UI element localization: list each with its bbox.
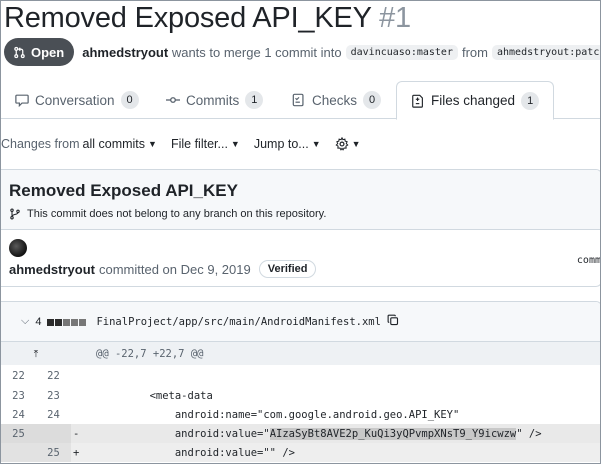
table-row-deletion: 25 - android:value="AIzaSyBt8AVE2p_KuQi3…	[1, 424, 600, 443]
copy-icon[interactable]	[387, 314, 399, 329]
code-pre: android:value="	[99, 427, 270, 440]
code-line: android:value="AIzaSyBt8AVE2p_KuQi3yQPvm…	[99, 424, 600, 443]
table-row: 22 22	[1, 365, 600, 386]
commit-sha-truncated: comm	[576, 255, 601, 266]
diff-sign: +	[71, 443, 99, 462]
git-pull-request-icon	[14, 46, 25, 58]
pr-state-row: Open ahmedstryout wants to merge 1 commi…	[4, 38, 600, 66]
diff-sign	[71, 365, 99, 386]
old-line-number[interactable]: 25	[1, 424, 36, 443]
table-row-addition: 25 + android:value="" />	[1, 443, 600, 462]
new-line-number[interactable]: 24	[36, 405, 71, 424]
head-branch[interactable]: ahmedstryout:patch-1	[491, 44, 600, 60]
old-line-number[interactable]: 22	[1, 365, 36, 386]
commit-note-text: This commit does not belong to any branc…	[27, 208, 327, 220]
commit-meta: ahmedstryout committed on Dec 9, 2019 Ve…	[9, 260, 317, 278]
highlighted-api-key: AIzaSyBt8AVE2p_KuQi3yQPvmpXNsT9_Y9icwzw	[269, 427, 517, 440]
jump-to-dropdown[interactable]: Jump to... ▼	[254, 137, 321, 151]
checklist-icon	[292, 93, 304, 107]
diff-sign	[71, 386, 99, 405]
new-line-number[interactable]: 23	[36, 386, 71, 405]
commit-date: committed on Dec 9, 2019	[98, 261, 251, 277]
caret-down-icon: ▼	[311, 139, 321, 149]
chevron-down-icon[interactable]: ⌵	[21, 315, 29, 328]
file-diff-icon	[412, 94, 423, 108]
commit-header: Removed Exposed API_KEY This commit does…	[1, 170, 600, 230]
file-filter-label: File filter...	[170, 137, 228, 151]
file-filter-dropdown[interactable]: File filter... ▼	[171, 137, 240, 151]
code-line	[99, 365, 600, 386]
hunk-header: @@ -22,7 +22,7 @@	[71, 342, 600, 365]
tab-files-changed[interactable]: Files changed 1	[396, 81, 555, 120]
status-badge-label: Open	[31, 44, 65, 60]
caret-down-icon: ▼	[230, 139, 240, 149]
tab-checks[interactable]: Checks 0	[292, 81, 382, 119]
commit-author-link[interactable]: ahmedstryout	[9, 262, 95, 277]
diff-changes-count: 4	[35, 315, 42, 328]
pr-title-text: Removed Exposed API_KEY	[4, 2, 372, 34]
tab-checks-count: 0	[363, 91, 382, 109]
code-line: android:name="com.google.android.geo.API…	[99, 408, 460, 421]
commit-box: Removed Exposed API_KEY This commit does…	[1, 169, 601, 287]
status-badge: Open	[4, 38, 75, 66]
diff-sign: -	[71, 424, 99, 443]
jump-to-label: Jump to...	[253, 137, 309, 151]
code-post: " />	[516, 427, 542, 440]
code-line: android:value="" />	[99, 443, 600, 462]
comment-icon	[15, 94, 29, 107]
base-branch[interactable]: davincuaso:master	[345, 44, 458, 60]
all-commits-label: all commits	[82, 137, 146, 151]
code-line: <meta-data	[99, 389, 213, 402]
file-path[interactable]: FinalProject/app/src/main/AndroidManifes…	[96, 316, 380, 328]
avatar[interactable]	[9, 239, 27, 257]
commit-branch-note: This commit does not belong to any branc…	[9, 208, 593, 220]
tab-files-changed-label: Files changed	[431, 93, 516, 108]
tab-conversation-count: 0	[120, 91, 139, 109]
file-header: ⌵ 4 FinalProject/app/src/main/AndroidMan…	[1, 302, 600, 342]
tab-commits-label: Commits	[186, 92, 240, 108]
diff-toolbar: Changes from all commits ▼ File filter..…	[1, 134, 375, 154]
tab-commits-count: 1	[245, 91, 264, 109]
verified-badge[interactable]: Verified	[258, 260, 317, 278]
changes-from-dropdown[interactable]: Changes from all commits ▼	[1, 137, 157, 151]
new-line-number[interactable]: 25	[36, 443, 71, 462]
new-line-number[interactable]	[36, 424, 71, 443]
page-title: Removed Exposed API_KEY #1	[4, 1, 411, 35]
old-line-number[interactable]	[1, 443, 36, 462]
old-line-number[interactable]: 24	[1, 405, 36, 424]
pr-from-text: from	[461, 44, 488, 60]
pr-meta: ahmedstryout wants to merge 1 commit int…	[82, 45, 341, 60]
diff-file: ⌵ 4 FinalProject/app/src/main/AndroidMan…	[1, 301, 600, 463]
settings-dropdown[interactable]: ▼	[335, 137, 361, 151]
pr-merge-text: wants to merge 1 commit into	[171, 44, 342, 60]
diffstat-bar	[47, 315, 87, 329]
caret-down-icon: ▼	[148, 139, 157, 149]
caret-down-icon: ▼	[351, 139, 361, 149]
hunk-header-row: ⤒ @@ -22,7 +22,7 @@	[1, 342, 600, 365]
tab-checks-label: Checks	[312, 92, 358, 108]
table-row: 24 24 android:name="com.google.android.g…	[1, 405, 600, 424]
tab-files-changed-count: 1	[521, 91, 540, 110]
git-commit-icon	[166, 97, 180, 103]
gear-icon	[335, 137, 349, 151]
table-row: 23 23 <meta-data	[1, 386, 600, 405]
changes-from-label: Changes from	[1, 137, 80, 151]
tab-commits[interactable]: Commits 1	[166, 81, 264, 119]
tab-conversation[interactable]: Conversation 0	[15, 81, 139, 119]
pr-number: #1	[379, 2, 411, 34]
pr-tabs: Conversation 0 Commits 1 Checks 0 Files …	[1, 81, 600, 120]
tab-conversation-label: Conversation	[35, 92, 115, 108]
old-line-number[interactable]: 23	[1, 386, 36, 405]
new-line-number[interactable]: 22	[36, 365, 71, 386]
pr-author-link[interactable]: ahmedstryout	[82, 45, 168, 60]
expand-up-icon[interactable]: ⤒	[1, 342, 71, 365]
commit-title: Removed Exposed API_KEY	[9, 181, 238, 200]
diff-sign	[71, 405, 99, 424]
page: Removed Exposed API_KEY #1 Open ahmedstr…	[0, 0, 601, 464]
diff-table: ⤒ @@ -22,7 +22,7 @@ 22 22 23 23 <meta-da…	[1, 342, 600, 462]
git-branch-icon	[10, 208, 20, 220]
